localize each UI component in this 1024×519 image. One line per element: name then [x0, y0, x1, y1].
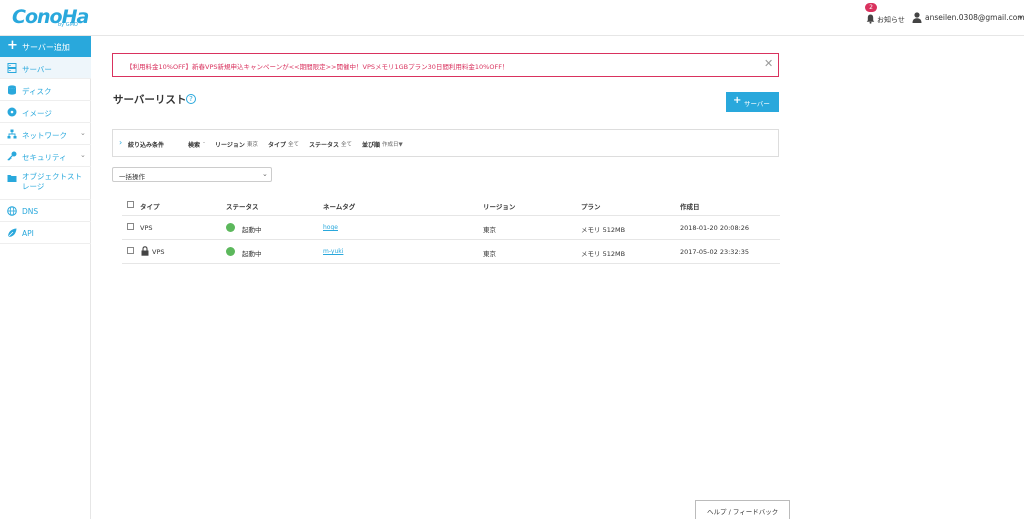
table-row[interactable]: VPS 起動中 m-yuki 東京 メモリ 512MB 2017-05-02 2…: [122, 240, 780, 264]
lock-icon: [141, 246, 149, 256]
row-name-tag-link[interactable]: m-yuki: [323, 248, 343, 255]
add-server-sidebar-button[interactable]: + サーバー追加: [0, 36, 91, 57]
filter-status-key: ステータス: [309, 142, 340, 149]
sidebar-item-label: サーバー: [22, 65, 52, 74]
sidebar-item-object-storage[interactable]: オブジェクトストレージ: [0, 167, 91, 200]
sidebar-item-disk[interactable]: ディスク: [0, 79, 91, 101]
plus-icon: +: [7, 38, 18, 53]
sidebar-item-label: オブジェクトストレージ: [22, 172, 82, 191]
help-feedback-label: ヘルプ / フィードバック: [707, 508, 779, 516]
server-table-header: タイプ ステータス ネームタグ リージョン プラン 作成日: [122, 196, 780, 216]
row-plan: メモリ 512MB: [581, 250, 626, 258]
disk-icon: [8, 85, 16, 95]
sidebar-item-label: DNS: [22, 207, 39, 216]
campaign-banner-text: 【利用料金10%OFF】新春VPS新規申込キャンペーンが<<期間限定>>開催中！…: [126, 63, 509, 71]
notice-count-badge: 2: [865, 3, 877, 12]
chevron-down-icon: ⌄: [80, 129, 86, 137]
table-row[interactable]: VPS 起動中 hoge 東京 メモリ 512MB 2018-01-20 20:…: [122, 216, 780, 240]
page-title: サーバーリスト: [113, 94, 187, 106]
row-region: 東京: [483, 226, 496, 234]
column-header-region[interactable]: リージョン: [483, 201, 515, 211]
sidebar-item-label: セキュリティ: [22, 153, 67, 162]
power-on-icon: [226, 247, 235, 256]
row-name-tag-link[interactable]: hoge: [323, 224, 338, 231]
chevron-down-icon: ⌄: [262, 170, 268, 178]
leaf-icon: [7, 228, 17, 238]
image-icon: [7, 107, 17, 117]
filter-region-value: 東京: [247, 142, 259, 148]
help-icon[interactable]: ?: [186, 94, 196, 104]
campaign-banner[interactable]: 【利用料金10%OFF】新春VPS新規申込キャンペーンが<<期間限定>>開催中！…: [112, 53, 779, 77]
row-created: 2017-05-02 23:32:35: [680, 248, 750, 256]
sidebar-item-api[interactable]: API: [0, 222, 91, 244]
user-menu[interactable]: anseilen.0308@gmail.com ▾: [912, 12, 1024, 24]
sidebar-item-label: API: [22, 229, 34, 238]
column-header-created[interactable]: 作成日: [680, 201, 700, 211]
bulk-action-value: 一括操作: [119, 173, 145, 181]
column-header-status[interactable]: ステータス: [226, 201, 259, 211]
row-region: 東京: [483, 250, 496, 258]
notice-button[interactable]: 2 お知らせ: [864, 3, 905, 31]
close-icon[interactable]: ✕: [764, 57, 773, 70]
user-email: anseilen.0308@gmail.com: [925, 13, 1024, 22]
row-checkbox[interactable]: [127, 247, 134, 254]
select-all-checkbox[interactable]: [127, 201, 134, 208]
plus-icon: +: [733, 95, 742, 106]
sidebar-item-network[interactable]: ネットワーク ⌄: [0, 123, 91, 145]
filter-search-key: 検索: [188, 142, 201, 149]
sidebar-item-label: ネットワーク: [22, 131, 67, 140]
filter-bar[interactable]: › 絞り込み条件 検索 - リージョン 東京 タイプ 全て ステータス 全て 並…: [112, 129, 779, 157]
row-created: 2018-01-20 20:08:26: [680, 224, 750, 232]
row-status: 起動中: [242, 250, 262, 258]
filter-status-value: 全て: [341, 142, 353, 148]
sidebar-item-image[interactable]: イメージ: [0, 101, 91, 123]
top-header: ConoHa by GMO 2 お知らせ anseilen.0308@gmail…: [0, 0, 1024, 36]
filter-type-value: 全て: [288, 142, 300, 148]
add-server-button[interactable]: + サーバー: [726, 92, 779, 112]
filter-sort-key: 並び順: [362, 142, 381, 149]
power-on-icon: [226, 223, 235, 232]
row-status: 起動中: [242, 226, 262, 234]
sidebar-item-label: イメージ: [22, 109, 52, 118]
sidebar: + サーバー追加 サーバー ディスク イメージ ネットワーク ⌄ セキュリティ …: [0, 36, 91, 519]
filter-sort-value: 作成日▼: [382, 142, 403, 148]
add-server-label: サーバー: [744, 100, 770, 108]
filter-search-value: -: [203, 140, 205, 146]
row-type: VPS: [152, 248, 165, 256]
conoha-logo[interactable]: ConoHa by GMO: [12, 6, 89, 30]
sidebar-add-label: サーバー追加: [22, 43, 70, 52]
user-icon: [912, 12, 922, 23]
filter-region-key: リージョン: [215, 142, 245, 149]
key-icon: [7, 151, 17, 161]
network-icon: [7, 129, 17, 139]
sidebar-item-label: ディスク: [22, 87, 52, 96]
column-header-name-tag[interactable]: ネームタグ: [323, 201, 355, 211]
row-checkbox[interactable]: [127, 223, 134, 230]
help-feedback-button[interactable]: ヘルプ / フィードバック: [695, 500, 790, 519]
row-plan: メモリ 512MB: [581, 226, 626, 234]
logo-sub: by GMO: [58, 22, 78, 28]
column-header-plan[interactable]: プラン: [581, 201, 601, 211]
chevron-down-icon: ▾: [1019, 14, 1023, 22]
filter-type-key: タイプ: [268, 142, 287, 149]
chevron-down-icon: ⌄: [80, 151, 86, 159]
globe-icon: [7, 206, 17, 216]
bulk-action-select[interactable]: 一括操作 ⌄: [112, 167, 272, 182]
column-header-type[interactable]: タイプ: [140, 201, 160, 211]
sidebar-item-server[interactable]: サーバー: [0, 57, 91, 79]
notice-label: お知らせ: [877, 16, 905, 24]
bell-icon: [866, 14, 875, 24]
chevron-right-icon: ›: [119, 138, 123, 147]
row-type: VPS: [140, 224, 153, 232]
server-icon: [7, 63, 17, 73]
sidebar-item-security[interactable]: セキュリティ ⌄: [0, 145, 91, 167]
sidebar-item-dns[interactable]: DNS: [0, 200, 91, 222]
folder-icon: [7, 175, 17, 182]
filter-label: 絞り込み条件: [128, 142, 165, 149]
